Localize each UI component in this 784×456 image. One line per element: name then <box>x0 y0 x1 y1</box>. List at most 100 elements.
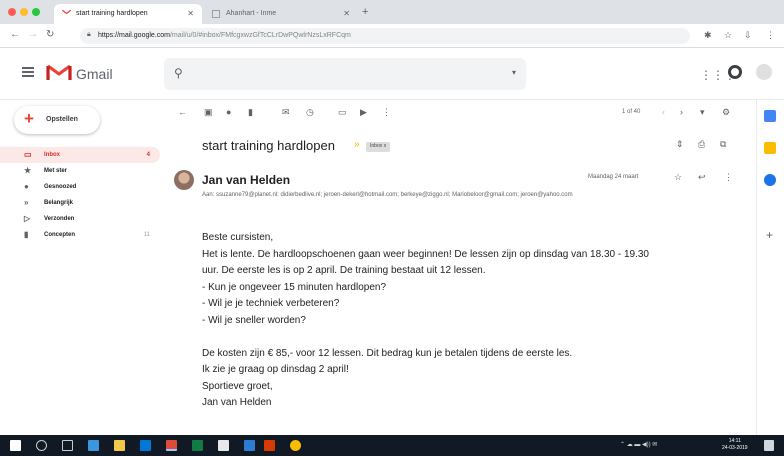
star-message-icon[interactable]: ☆ <box>674 172 682 183</box>
sidebar-item-important[interactable]: » Belangrijk <box>0 195 160 211</box>
favorite-star-icon[interactable]: ☆ <box>724 30 732 41</box>
chrome-menu-icon[interactable]: ⋮ <box>766 30 775 41</box>
reload-icon[interactable]: ↻ <box>46 29 54 40</box>
app-icon[interactable] <box>218 440 229 451</box>
excel-icon[interactable] <box>192 440 203 451</box>
sidebar-item-label: Concepten <box>44 232 76 238</box>
unread-count: 4 <box>146 152 150 158</box>
maximize-window-button[interactable] <box>32 8 40 16</box>
body-line <box>202 329 762 346</box>
body-line: - Wil je sneller worden? <box>202 314 306 326</box>
body-line: Beste cursisten, <box>202 232 274 243</box>
sidebar-item-sent[interactable]: ▷ Verzonden <box>0 211 160 227</box>
input-tools-icon[interactable]: ▾ <box>700 107 705 118</box>
sidebar-item-snoozed[interactable]: ● Gesnoozed <box>0 179 160 195</box>
back-arrow-icon[interactable]: ← <box>10 29 20 40</box>
sidebar-item-inbox[interactable]: ▭ Inbox 4 <box>0 147 160 163</box>
sidebar-item-label: Belangrijk <box>44 200 74 206</box>
main-menu-icon[interactable] <box>22 67 34 77</box>
minimize-window-button[interactable] <box>20 8 28 16</box>
print-icon[interactable]: ⎙ <box>698 139 705 150</box>
open-new-window-icon[interactable]: ⧉ <box>720 139 726 150</box>
pagination-count: 1 of 40 <box>622 109 641 115</box>
newer-icon[interactable]: ‹ <box>662 107 665 117</box>
mark-unread-icon[interactable]: ✉ <box>282 107 290 118</box>
tasks-icon[interactable] <box>764 174 776 186</box>
sidebar-item-starred[interactable]: ★ Met ster <box>0 163 160 179</box>
inbox-icon: ▭ <box>24 150 32 159</box>
message-toolbar: ← ▣ ● ▮ ✉ ◷ ▭ ▶ ⋮ 1 of 40 ‹ › ▾ ⚙ <box>160 100 748 126</box>
extension-icon[interactable]: ⇩ <box>744 30 752 41</box>
email-body: Beste cursisten, Het is lente. De hardlo… <box>202 230 762 412</box>
important-marker-icon[interactable]: » <box>354 139 360 150</box>
search-mail-input[interactable]: ⚲ ▾ <box>164 58 526 90</box>
chrome-icon[interactable] <box>290 440 301 451</box>
store-icon[interactable] <box>140 440 151 451</box>
send-icon: ▷ <box>24 214 31 223</box>
inbox-label-chip[interactable]: Inbox x <box>366 142 391 152</box>
forward-arrow-icon[interactable]: → <box>28 29 38 40</box>
email-subject: start training hardlopen <box>202 138 335 153</box>
draft-icon: ▮ <box>24 230 29 239</box>
system-tray[interactable]: ⌃ ☁ ▬ ◀)) ✉ <box>620 441 657 448</box>
expand-all-icon[interactable]: ⇕ <box>676 139 684 150</box>
browser-toolbar: ← → ↻ 🔒︎ https://mail.google.com/mail/u/… <box>0 24 784 48</box>
action-center-icon[interactable] <box>764 440 774 451</box>
file-explorer-icon[interactable] <box>114 440 125 451</box>
recipients-list: Aan: ssuzanne79@planet.nl; didierbedlive… <box>202 192 573 198</box>
account-avatar[interactable] <box>756 64 772 80</box>
app-icon[interactable] <box>244 440 255 451</box>
start-menu-icon[interactable] <box>10 440 21 451</box>
sender-avatar[interactable] <box>174 170 194 190</box>
older-icon[interactable]: › <box>680 107 683 117</box>
edge-browser-icon[interactable] <box>88 440 99 451</box>
move-to-icon[interactable]: ▭ <box>338 107 347 118</box>
search-icon[interactable]: ⚲ <box>174 66 183 80</box>
address-bar[interactable]: 🔒︎ https://mail.google.com/mail/u/0/#inb… <box>80 28 690 44</box>
close-tab-icon[interactable]: ✕ <box>343 9 350 18</box>
message-more-icon[interactable]: ⋮ <box>724 172 733 183</box>
clock-icon: ● <box>24 182 29 191</box>
gmail-logo-icon[interactable] <box>46 63 72 87</box>
browser-tab-inactive[interactable]: Ahanhart - Inme ✕ <box>204 4 358 24</box>
new-tab-button[interactable]: + <box>362 6 368 18</box>
notifications-icon[interactable] <box>728 65 742 79</box>
mail-app-icon[interactable] <box>166 440 177 451</box>
task-view-icon[interactable] <box>62 440 73 451</box>
keep-icon[interactable] <box>764 142 776 154</box>
body-line: Het is lente. De hardloopschoenen gaan w… <box>202 248 649 260</box>
delete-icon[interactable]: ▮ <box>248 107 253 118</box>
sidebar-item-label: Met ster <box>44 168 68 174</box>
close-tab-icon[interactable]: ✕ <box>187 9 194 18</box>
product-name: Gmail <box>76 66 113 82</box>
archive-icon[interactable]: ▣ <box>204 107 213 118</box>
body-line: Ik zie je graag op dinsdag 2 april! <box>202 364 349 375</box>
side-panel-rail: + <box>756 100 784 435</box>
important-icon: » <box>24 198 29 207</box>
bookmark-star-icon[interactable]: ✱ <box>704 30 712 41</box>
label-icon[interactable]: ▶ <box>360 107 367 118</box>
powerpoint-icon[interactable] <box>264 440 275 451</box>
draft-count: 11 <box>143 232 150 238</box>
close-window-button[interactable] <box>8 8 16 16</box>
reply-icon[interactable]: ↩ <box>698 172 706 183</box>
report-spam-icon[interactable]: ● <box>226 107 231 117</box>
back-to-inbox-icon[interactable]: ← <box>178 107 187 117</box>
taskbar-clock[interactable]: 14:11 24-03-2019 <box>722 438 748 452</box>
calendar-icon[interactable] <box>764 110 776 122</box>
sidebar-item-drafts[interactable]: ▮ Concepten 11 <box>0 227 160 243</box>
sidebar-nav: ▭ Inbox 4 ★ Met ster ● Gesnoozed » Belan… <box>0 147 160 243</box>
add-addon-icon[interactable]: + <box>766 228 773 242</box>
url-host: https://mail.google.com <box>98 32 170 39</box>
compose-button[interactable]: + Opstellen <box>14 106 100 134</box>
taskbar-search-icon[interactable] <box>36 440 47 451</box>
search-options-icon[interactable]: ▾ <box>512 68 516 77</box>
body-line: uur. De eerste les is op 2 april. De tra… <box>202 265 486 276</box>
more-options-icon[interactable]: ⋮ <box>382 107 391 118</box>
snooze-icon[interactable]: ◷ <box>306 107 314 118</box>
url-path: /mail/u/0/#inbox/FMfcgxwzGfTcCLrDwPQwlrN… <box>169 32 351 39</box>
browser-tab-active[interactable]: start training hardlopen ✕ <box>54 4 202 24</box>
browser-tab-strip: start training hardlopen ✕ Ahanhart - In… <box>0 0 784 24</box>
settings-gear-icon[interactable]: ⚙ <box>722 107 730 118</box>
clock-date: 24-03-2019 <box>722 445 748 451</box>
